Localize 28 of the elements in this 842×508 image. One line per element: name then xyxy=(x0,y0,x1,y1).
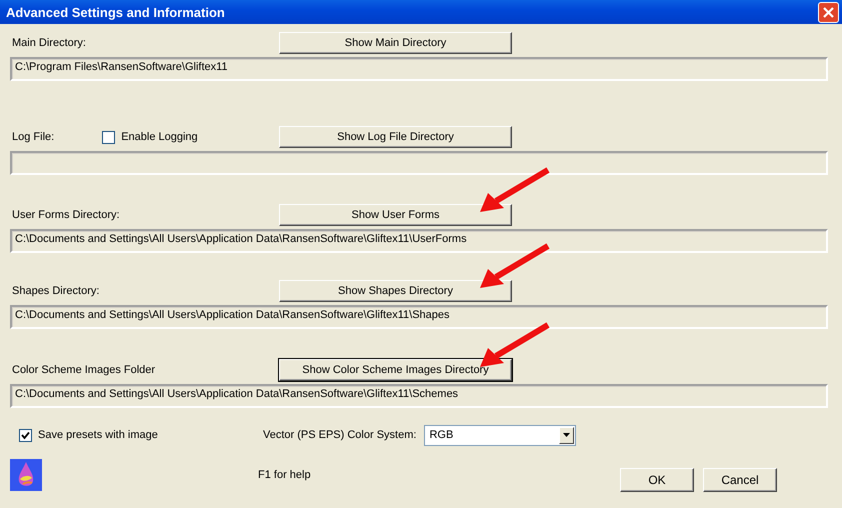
checkbox[interactable] xyxy=(19,428,32,442)
close-icon xyxy=(822,6,835,18)
section-label: Log File: xyxy=(12,131,54,143)
help-hint: F1 for help xyxy=(258,469,312,481)
window-title: Advanced Settings and Information xyxy=(6,4,225,20)
show-directory-button[interactable]: Show Log File Directory xyxy=(279,126,512,148)
checkbox[interactable] xyxy=(102,130,116,144)
app-icon xyxy=(10,459,42,491)
section-label: Shapes Directory: xyxy=(12,285,100,297)
path-field[interactable] xyxy=(10,151,828,175)
show-directory-button[interactable]: Show Main Directory xyxy=(279,32,512,54)
path-field[interactable]: C:\Documents and Settings\All Users\Application Data\RansenSoftware\Gliftex11\Shapes xyxy=(10,305,828,329)
section-label: User Forms Directory: xyxy=(12,209,120,221)
show-directory-button[interactable]: Show Shapes Directory xyxy=(279,280,512,302)
close-button[interactable] xyxy=(818,2,839,22)
section-label: Color Scheme Images Folder xyxy=(12,364,156,376)
dialog-button[interactable]: Cancel xyxy=(703,468,777,492)
checkbox-label: Enable Logging xyxy=(121,131,198,143)
checkbox-label: Save presets with image xyxy=(38,429,158,441)
path-field[interactable]: C:\Documents and Settings\All Users\Application Data\RansenSoftware\Gliftex11\UserForms xyxy=(10,229,828,253)
path-field[interactable]: C:\Documents and Settings\All Users\Application Data\RansenSoftware\Gliftex11\Schemes xyxy=(10,384,828,408)
dialog-button[interactable]: OK xyxy=(620,468,694,492)
path-field[interactable]: C:\Program Files\RansenSoftware\Gliftex11 xyxy=(10,57,828,81)
combo-label: Vector (PS EPS) Color System: xyxy=(263,429,416,441)
section-label: Main Directory: xyxy=(12,37,86,49)
color-system-dropdown[interactable]: RGB xyxy=(424,424,576,446)
show-directory-button[interactable]: Show User Forms xyxy=(279,204,512,226)
show-directory-button[interactable]: Show Color Scheme Images Directory xyxy=(279,359,512,381)
